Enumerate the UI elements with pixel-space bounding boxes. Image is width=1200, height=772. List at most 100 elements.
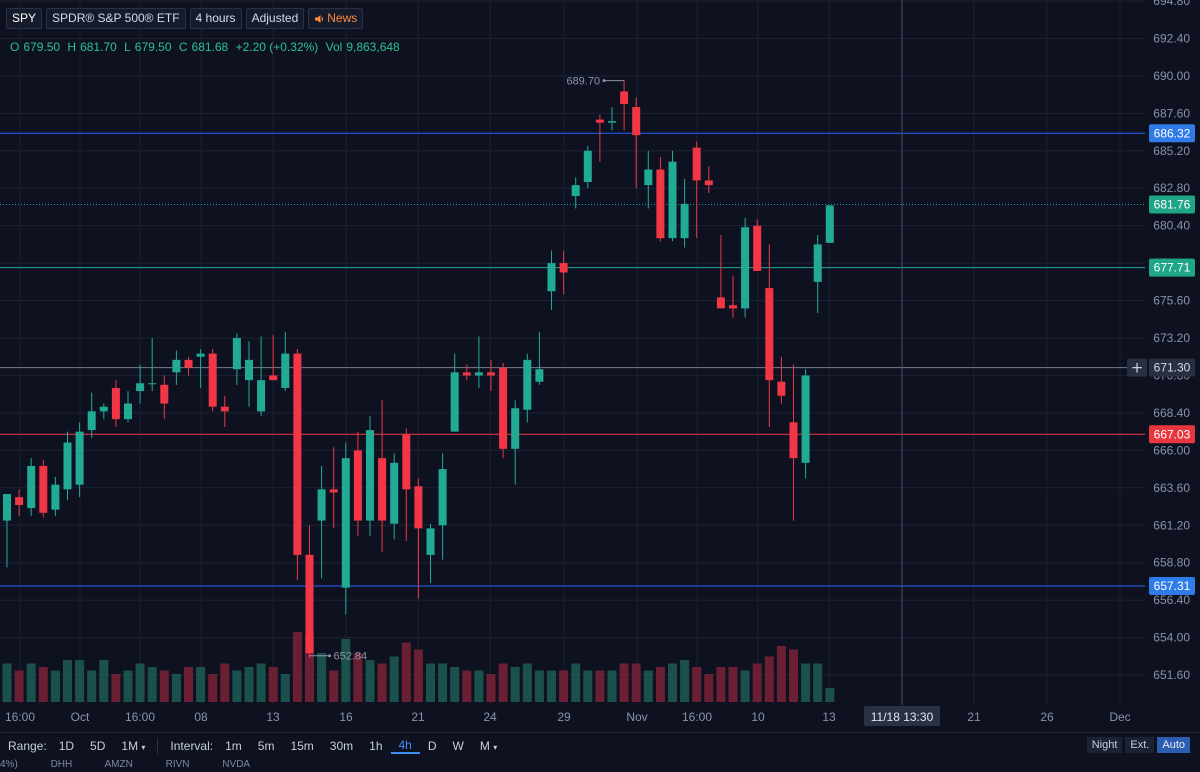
- instrument-name: SPDR® S&P 500® ETF: [46, 8, 186, 29]
- candle-body: [366, 430, 374, 521]
- candle-body: [511, 408, 520, 449]
- ext-toggle[interactable]: Ext.: [1125, 737, 1155, 753]
- volume-bar: [196, 667, 206, 702]
- volume-bar: [680, 660, 690, 702]
- crosshair-time-label: 11/18 13:30: [871, 710, 934, 724]
- candle-body: [450, 372, 459, 432]
- candle-body: [777, 381, 786, 396]
- auto-toggle[interactable]: Auto: [1157, 737, 1190, 753]
- candle-body: [765, 288, 774, 381]
- ticker-item[interactable]: 4%): [0, 759, 18, 770]
- range-5d[interactable]: 5D: [82, 739, 113, 753]
- volume-bar: [789, 649, 798, 702]
- news-button[interactable]: News: [308, 8, 364, 29]
- open-value: 679.50: [23, 40, 61, 54]
- candle-body: [547, 263, 556, 292]
- candle-body: [632, 107, 641, 136]
- candle-body: [269, 375, 278, 381]
- x-tick-label: 29: [557, 710, 571, 724]
- interval-30m[interactable]: 30m: [322, 739, 361, 753]
- volume-bar: [401, 642, 411, 702]
- candle-body: [281, 353, 290, 388]
- adjusted-chip[interactable]: Adjusted: [245, 8, 305, 29]
- y-tick-label: 654.00: [1153, 631, 1190, 645]
- volume-bar: [631, 663, 641, 702]
- candle-body: [317, 489, 326, 521]
- close-value: 681.68: [191, 40, 229, 54]
- ticker-item[interactable]: RIVN: [166, 759, 190, 770]
- volume-bar: [571, 663, 581, 702]
- volume-bar: [522, 663, 532, 702]
- volume-bar: [147, 667, 157, 702]
- x-tick-label: 10: [751, 710, 765, 724]
- y-tick-label: 680.40: [1153, 219, 1190, 233]
- y-tick-label: 651.60: [1153, 668, 1190, 682]
- timeframe-chip[interactable]: 4 hours: [189, 8, 242, 29]
- price-chart[interactable]: 689.70 652.84 651.60 654.00 656.40 658.80 661.…: [0, 0, 1200, 732]
- volume-bar: [268, 667, 278, 702]
- low-value: 679.50: [134, 40, 172, 54]
- interval-d[interactable]: D: [420, 739, 445, 753]
- speaker-icon: [315, 14, 324, 23]
- interval-15m[interactable]: 15m: [282, 739, 321, 753]
- x-tick-label: 21: [967, 710, 981, 724]
- candle-body: [220, 406, 229, 412]
- candle-body: [741, 227, 750, 309]
- x-tick-label: Nov: [626, 710, 647, 724]
- chart-header: SPY SPDR® S&P 500® ETF 4 hours Adjusted …: [6, 8, 364, 29]
- range-1d[interactable]: 1D: [51, 739, 82, 753]
- y-tick-label: 658.80: [1153, 556, 1190, 570]
- interval-1h[interactable]: 1h: [361, 739, 390, 753]
- candle-body: [656, 169, 665, 239]
- interval-m[interactable]: M ▾: [472, 739, 505, 753]
- range-1m[interactable]: 1M ▾: [113, 739, 153, 753]
- interval-4h[interactable]: 4h: [390, 738, 420, 754]
- candle-body: [414, 486, 423, 529]
- volume-bar: [668, 663, 677, 702]
- symbol-chip[interactable]: SPY: [6, 8, 43, 29]
- volume-bar: [2, 663, 12, 702]
- candle-body: [801, 375, 810, 463]
- y-tick-label: 661.20: [1153, 518, 1190, 532]
- y-tick-label: 673.20: [1153, 331, 1190, 345]
- candle-body: [341, 458, 350, 588]
- candle-body: [15, 497, 24, 505]
- candle-body: [208, 353, 217, 407]
- volume-bar: [498, 663, 508, 702]
- volume-bar: [87, 670, 97, 702]
- volume-bar: [643, 670, 653, 702]
- volume-bar: [38, 667, 48, 702]
- volume-bar: [740, 670, 750, 702]
- news-label: News: [327, 11, 358, 25]
- candle-body: [608, 121, 616, 123]
- ticker-item[interactable]: AMZN: [104, 759, 132, 770]
- x-tick-label: 21: [411, 710, 425, 724]
- volume-bar: [50, 670, 60, 702]
- volume-bar: [438, 663, 448, 702]
- volume-bar: [607, 670, 617, 702]
- candle-body: [329, 489, 338, 493]
- volume-bar: [716, 667, 726, 702]
- y-tick-label: 656.40: [1153, 593, 1190, 607]
- session-toggles: Night Ext. Auto: [1086, 737, 1190, 753]
- interval-5m[interactable]: 5m: [250, 739, 283, 753]
- ticker-item[interactable]: NVDA: [222, 759, 250, 770]
- volume-bar: [764, 656, 774, 702]
- candle-body: [813, 244, 822, 282]
- high-value: 681.70: [80, 40, 117, 54]
- night-toggle[interactable]: Night: [1086, 737, 1123, 753]
- interval-1m[interactable]: 1m: [217, 739, 250, 753]
- volume-bar: [244, 667, 254, 702]
- volume-bar: [559, 670, 569, 702]
- y-tick-label: 685.20: [1153, 144, 1190, 158]
- candle-body: [353, 450, 362, 521]
- interval-w[interactable]: W: [445, 739, 472, 753]
- volume-bar: [292, 632, 302, 702]
- volume-bar: [692, 667, 702, 702]
- plus-icon: +: [1131, 359, 1144, 377]
- ticker-item[interactable]: DHH: [51, 759, 73, 770]
- candle-body: [462, 372, 471, 376]
- volume-bar: [426, 663, 435, 702]
- candle-body: [535, 369, 544, 382]
- volume-bar: [377, 663, 387, 702]
